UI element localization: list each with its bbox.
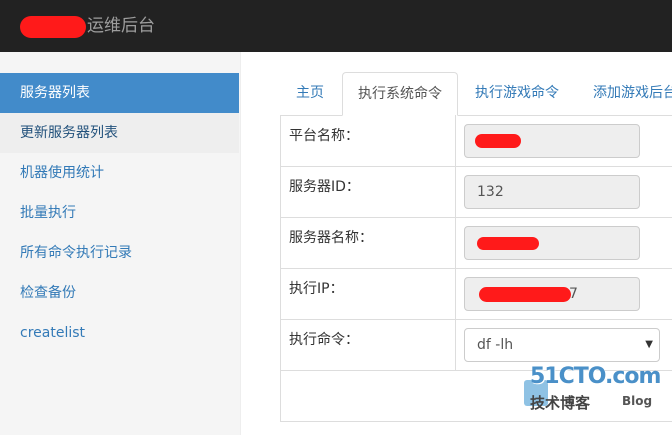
top-navbar: 运维后台 [0, 0, 672, 52]
sidebar-item-createlist[interactable]: createlist [0, 313, 239, 353]
sidebar-item-command-history[interactable]: 所有命令执行记录 [0, 233, 239, 273]
form-row-platform: 平台名称： [281, 115, 672, 167]
exec-ip-visible-suffix: 7 [569, 286, 578, 302]
tab-exec-system-command[interactable]: 执行系统命令 [342, 72, 458, 116]
sidebar-item-update-server-list[interactable]: 更新服务器列表 [0, 113, 239, 153]
tab-add-game-backend[interactable]: 添加游戏后台 [580, 72, 672, 114]
tab-home[interactable]: 主页 [280, 72, 340, 114]
server-id-field: 132 [464, 175, 640, 209]
tab-exec-game-command[interactable]: 执行游戏命令 [460, 72, 574, 114]
command-form-table: 平台名称： 服务器ID： 132 服务器名称： 执行IP： 7 执行命令： df… [280, 115, 672, 422]
server-name-label: 服务器名称： [289, 230, 373, 246]
sidebar: 服务器列表 更新服务器列表 机器使用统计 批量执行 所有命令执行记录 检查备份 … [0, 52, 241, 435]
command-label: 执行命令： [289, 332, 359, 348]
redacted-brand-prefix [20, 16, 86, 38]
platform-name-field [464, 124, 640, 158]
platform-name-label: 平台名称： [289, 128, 359, 144]
chevron-down-icon: ▼ [645, 339, 653, 350]
sidebar-item-batch-exec[interactable]: 批量执行 [0, 193, 239, 233]
form-row-server-id: 服务器ID： 132 [281, 166, 672, 218]
exec-ip-field: 7 [464, 277, 640, 311]
server-id-label: 服务器ID： [289, 179, 360, 195]
form-row-server-name: 服务器名称： [281, 217, 672, 269]
server-name-field [464, 226, 640, 260]
exec-ip-label: 执行IP： [289, 281, 344, 297]
command-select[interactable]: df -lh ▼ [464, 328, 660, 362]
form-row-command: 执行命令： df -lh ▼ [281, 319, 672, 371]
command-select-value: df -lh [477, 337, 514, 353]
redacted-server-name [477, 237, 539, 250]
redacted-exec-ip [479, 287, 571, 302]
brand-title[interactable]: 运维后台 [87, 16, 155, 36]
sidebar-item-check-backup[interactable]: 检查备份 [0, 273, 239, 313]
form-row-exec-ip: 执行IP： 7 [281, 268, 672, 320]
sidebar-item-server-list[interactable]: 服务器列表 [0, 73, 239, 113]
redacted-platform-name [475, 134, 521, 148]
sidebar-item-machine-stats[interactable]: 机器使用统计 [0, 153, 239, 193]
tab-bar: 主页 执行系统命令 执行游戏命令 添加游戏后台 [280, 72, 672, 116]
